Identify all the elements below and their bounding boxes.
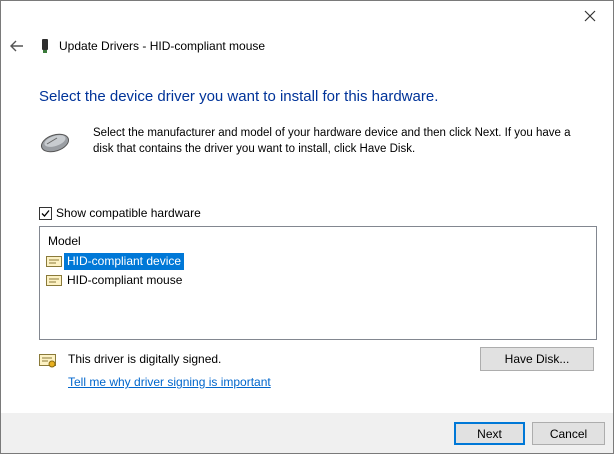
driver-signing-link[interactable]: Tell me why driver signing is important (68, 375, 271, 389)
driver-certificate-icon (46, 274, 62, 286)
show-compatible-row[interactable]: Show compatible hardware (39, 206, 201, 220)
update-drivers-dialog: Update Drivers - HID-compliant mouse Sel… (0, 0, 614, 454)
back-arrow-icon (10, 40, 23, 52)
have-disk-button[interactable]: Have Disk... (480, 347, 594, 371)
checkmark-icon (41, 209, 50, 217)
list-item[interactable]: HID-compliant mouse (46, 272, 185, 289)
window-title: Update Drivers - HID-compliant mouse (59, 39, 266, 53)
show-compatible-checkbox[interactable] (39, 206, 52, 220)
page-heading: Select the device driver you want to ins… (39, 88, 439, 105)
model-item-label: HID-compliant device (64, 253, 185, 270)
mouse-icon (40, 133, 70, 153)
instruction-text: Select the manufacturer and model of you… (93, 127, 571, 155)
close-icon (584, 10, 596, 22)
list-item[interactable]: HID-compliant device (46, 253, 185, 270)
next-button[interactable]: Next (454, 422, 525, 445)
model-listbox[interactable]: Model HID-compliant device HID-compliant… (39, 226, 597, 340)
back-button[interactable] (7, 36, 27, 56)
close-button[interactable] (567, 1, 613, 31)
cancel-button[interactable]: Cancel (532, 422, 605, 445)
device-manager-icon (42, 39, 48, 53)
model-column-header: Model (48, 234, 81, 248)
model-item-label: HID-compliant mouse (67, 273, 183, 287)
signed-driver-icon (39, 354, 56, 368)
show-compatible-label: Show compatible hardware (56, 206, 201, 220)
driver-certificate-icon (46, 255, 62, 267)
signed-status-text: This driver is digitally signed. (68, 352, 222, 366)
